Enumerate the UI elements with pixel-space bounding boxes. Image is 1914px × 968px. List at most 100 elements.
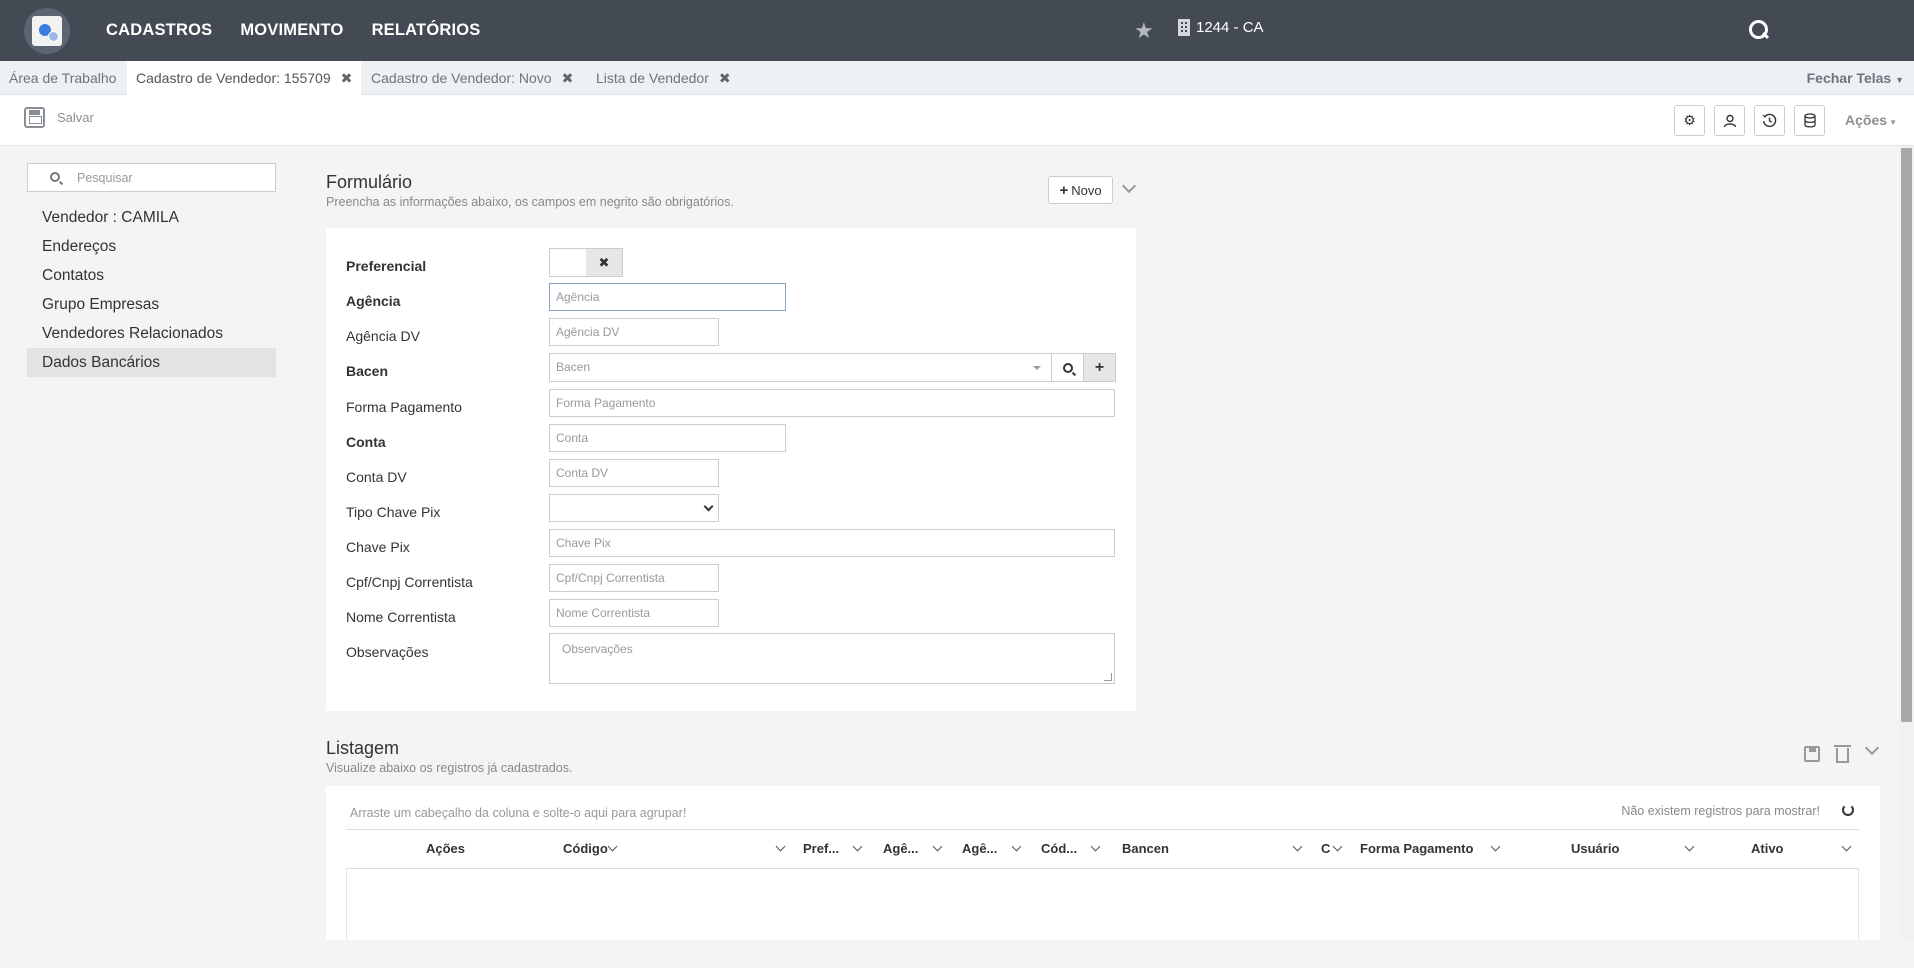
collapse-listing-icon[interactable] (1864, 740, 1880, 756)
column-forma-pagamento[interactable]: Forma Pagamento (1360, 830, 1501, 868)
forma-pagamento-input[interactable] (549, 389, 1115, 417)
chevron-down-icon[interactable] (1332, 841, 1343, 852)
menu-relatorios[interactable]: RELATÓRIOS (372, 21, 481, 40)
sidebar-item-enderecos[interactable]: Endereços (27, 232, 276, 261)
chevron-down-icon[interactable] (775, 841, 786, 852)
close-icon[interactable]: ✖ (562, 70, 574, 86)
preferencial-toggle[interactable]: ✖ (549, 248, 623, 277)
sidebar-search-input[interactable] (77, 168, 267, 188)
label-nome-correntista: Nome Correntista (346, 609, 456, 625)
chevron-down-icon[interactable] (852, 841, 863, 852)
chevron-down-icon[interactable] (1490, 841, 1501, 852)
bacen-add-button[interactable]: + (1083, 353, 1116, 382)
sidebar-item-dados-bancarios[interactable]: Dados Bancários (27, 348, 276, 377)
cpf-cnpj-input[interactable] (549, 564, 719, 592)
column-agencia-dv[interactable]: Agê... (962, 830, 1022, 868)
chevron-down-icon[interactable] (932, 841, 943, 852)
chevron-down-icon[interactable] (1841, 841, 1852, 852)
column-pref[interactable]: Pref... (803, 830, 863, 868)
sidebar-search (27, 163, 276, 192)
tipo-chave-pix-select[interactable] (549, 494, 719, 522)
column-c[interactable]: C (1321, 830, 1343, 868)
novo-button[interactable]: + Novo (1048, 176, 1113, 204)
app-logo[interactable] (24, 7, 70, 54)
column-codigo-bacen[interactable]: Cód... (1041, 830, 1101, 868)
label-chave-pix: Chave Pix (346, 539, 410, 555)
trash-icon[interactable] (1834, 745, 1851, 763)
column-usuario[interactable]: Usuário (1571, 830, 1695, 868)
chevron-down-icon[interactable] (607, 841, 618, 852)
menu-cadastros[interactable]: CADASTROS (106, 21, 212, 40)
collapse-form-icon[interactable] (1121, 178, 1137, 194)
company-selector[interactable]: 1244 - CA (1178, 19, 1264, 36)
column-acoes[interactable]: Ações (426, 830, 618, 868)
menu-movimento[interactable]: MOVIMENTO (240, 21, 343, 40)
column-label: Forma Pagamento (1360, 841, 1474, 856)
chave-pix-input[interactable] (549, 529, 1115, 557)
bacen-select[interactable]: Bacen (549, 353, 1052, 382)
chevron-down-icon[interactable] (1090, 841, 1101, 852)
bacen-placeholder: Bacen (556, 360, 591, 374)
bacen-field: Bacen + (549, 353, 1116, 382)
agencia-dv-input[interactable] (549, 318, 719, 346)
save-button[interactable]: Salvar (24, 107, 94, 128)
tab-lista-vendedor[interactable]: Lista de Vendedor ✖ (587, 61, 740, 95)
tab-area-de-trabalho[interactable]: Área de Trabalho (0, 61, 125, 95)
sidebar-item-vendedores-relacionados[interactable]: Vendedores Relacionados (27, 319, 276, 348)
column-label: Pref... (803, 841, 840, 856)
close-icon[interactable]: ✖ (341, 70, 353, 86)
label-observacoes: Observações (346, 644, 429, 660)
caret-down-icon: ▼ (1895, 75, 1904, 85)
grid-header: Ações Código Pref... Agê... Agê... Cód..… (346, 829, 1859, 869)
sidebar-item-vendedor[interactable]: Vendedor : CAMILA (27, 203, 276, 232)
column-agencia[interactable]: Agê... (883, 830, 943, 868)
star-icon[interactable]: ★ (1134, 18, 1154, 44)
floppy-icon (24, 107, 45, 128)
user-icon[interactable] (1714, 105, 1745, 136)
conta-dv-input[interactable] (549, 459, 719, 487)
column-ativo[interactable]: Ativo (1751, 830, 1852, 868)
column-label: Código (563, 841, 608, 856)
tab-cadastro-vendedor-155709[interactable]: Cadastro de Vendedor: 155709 ✖ (127, 61, 362, 95)
column-codigo[interactable]: Código (563, 830, 786, 868)
column-label: Ações (426, 841, 466, 856)
scrollbar-thumb[interactable] (1901, 148, 1912, 722)
building-icon (1178, 19, 1190, 36)
caret-down-icon (1033, 366, 1041, 370)
company-label: 1244 - CA (1196, 19, 1264, 36)
database-icon[interactable] (1794, 105, 1825, 136)
fechar-telas-dropdown[interactable]: Fechar Telas ▼ (1807, 61, 1904, 95)
conta-input[interactable] (549, 424, 786, 452)
sidebar-item-grupo-empresas[interactable]: Grupo Empresas (27, 290, 276, 319)
form-title: Formulário (326, 172, 413, 192)
listing-title: Listagem (326, 738, 400, 758)
grid-body (346, 869, 1859, 940)
toolbar-icons: ⚙ (1674, 105, 1825, 136)
column-bancen[interactable]: Bancen (1122, 830, 1303, 868)
tab-cadastro-vendedor-novo[interactable]: Cadastro de Vendedor: Novo ✖ (362, 61, 582, 95)
close-icon[interactable]: ✖ (719, 70, 731, 86)
group-drag-hint: Arraste um cabeçalho da coluna e solte-o… (350, 806, 687, 820)
chevron-down-icon[interactable] (1011, 841, 1022, 852)
search-icon[interactable] (1748, 19, 1770, 41)
resize-handle[interactable] (1104, 673, 1112, 681)
column-label: Agê... (883, 841, 919, 856)
label-forma-pagamento: Forma Pagamento (346, 399, 462, 415)
history-icon[interactable] (1754, 105, 1785, 136)
agencia-input[interactable] (549, 283, 786, 311)
refresh-icon[interactable] (1842, 804, 1854, 816)
gear-icon[interactable]: ⚙ (1674, 105, 1705, 136)
tab-label: Área de Trabalho (9, 70, 117, 86)
acoes-dropdown[interactable]: Ações ▾ (1845, 112, 1895, 128)
contact-card-icon (32, 15, 62, 46)
bacen-search-button[interactable] (1051, 353, 1084, 382)
sidebar-item-contatos[interactable]: Contatos (27, 261, 276, 290)
chevron-down-icon[interactable] (1684, 841, 1695, 852)
nome-correntista-input[interactable] (549, 599, 719, 627)
observacoes-textarea[interactable]: Observações (549, 633, 1115, 684)
chevron-down-icon[interactable] (1292, 841, 1303, 852)
save-layout-icon[interactable] (1804, 746, 1820, 762)
close-icon: ✖ (586, 249, 622, 276)
tab-label: Cadastro de Vendedor: Novo (371, 70, 552, 86)
vertical-scrollbar[interactable] (1899, 146, 1914, 940)
